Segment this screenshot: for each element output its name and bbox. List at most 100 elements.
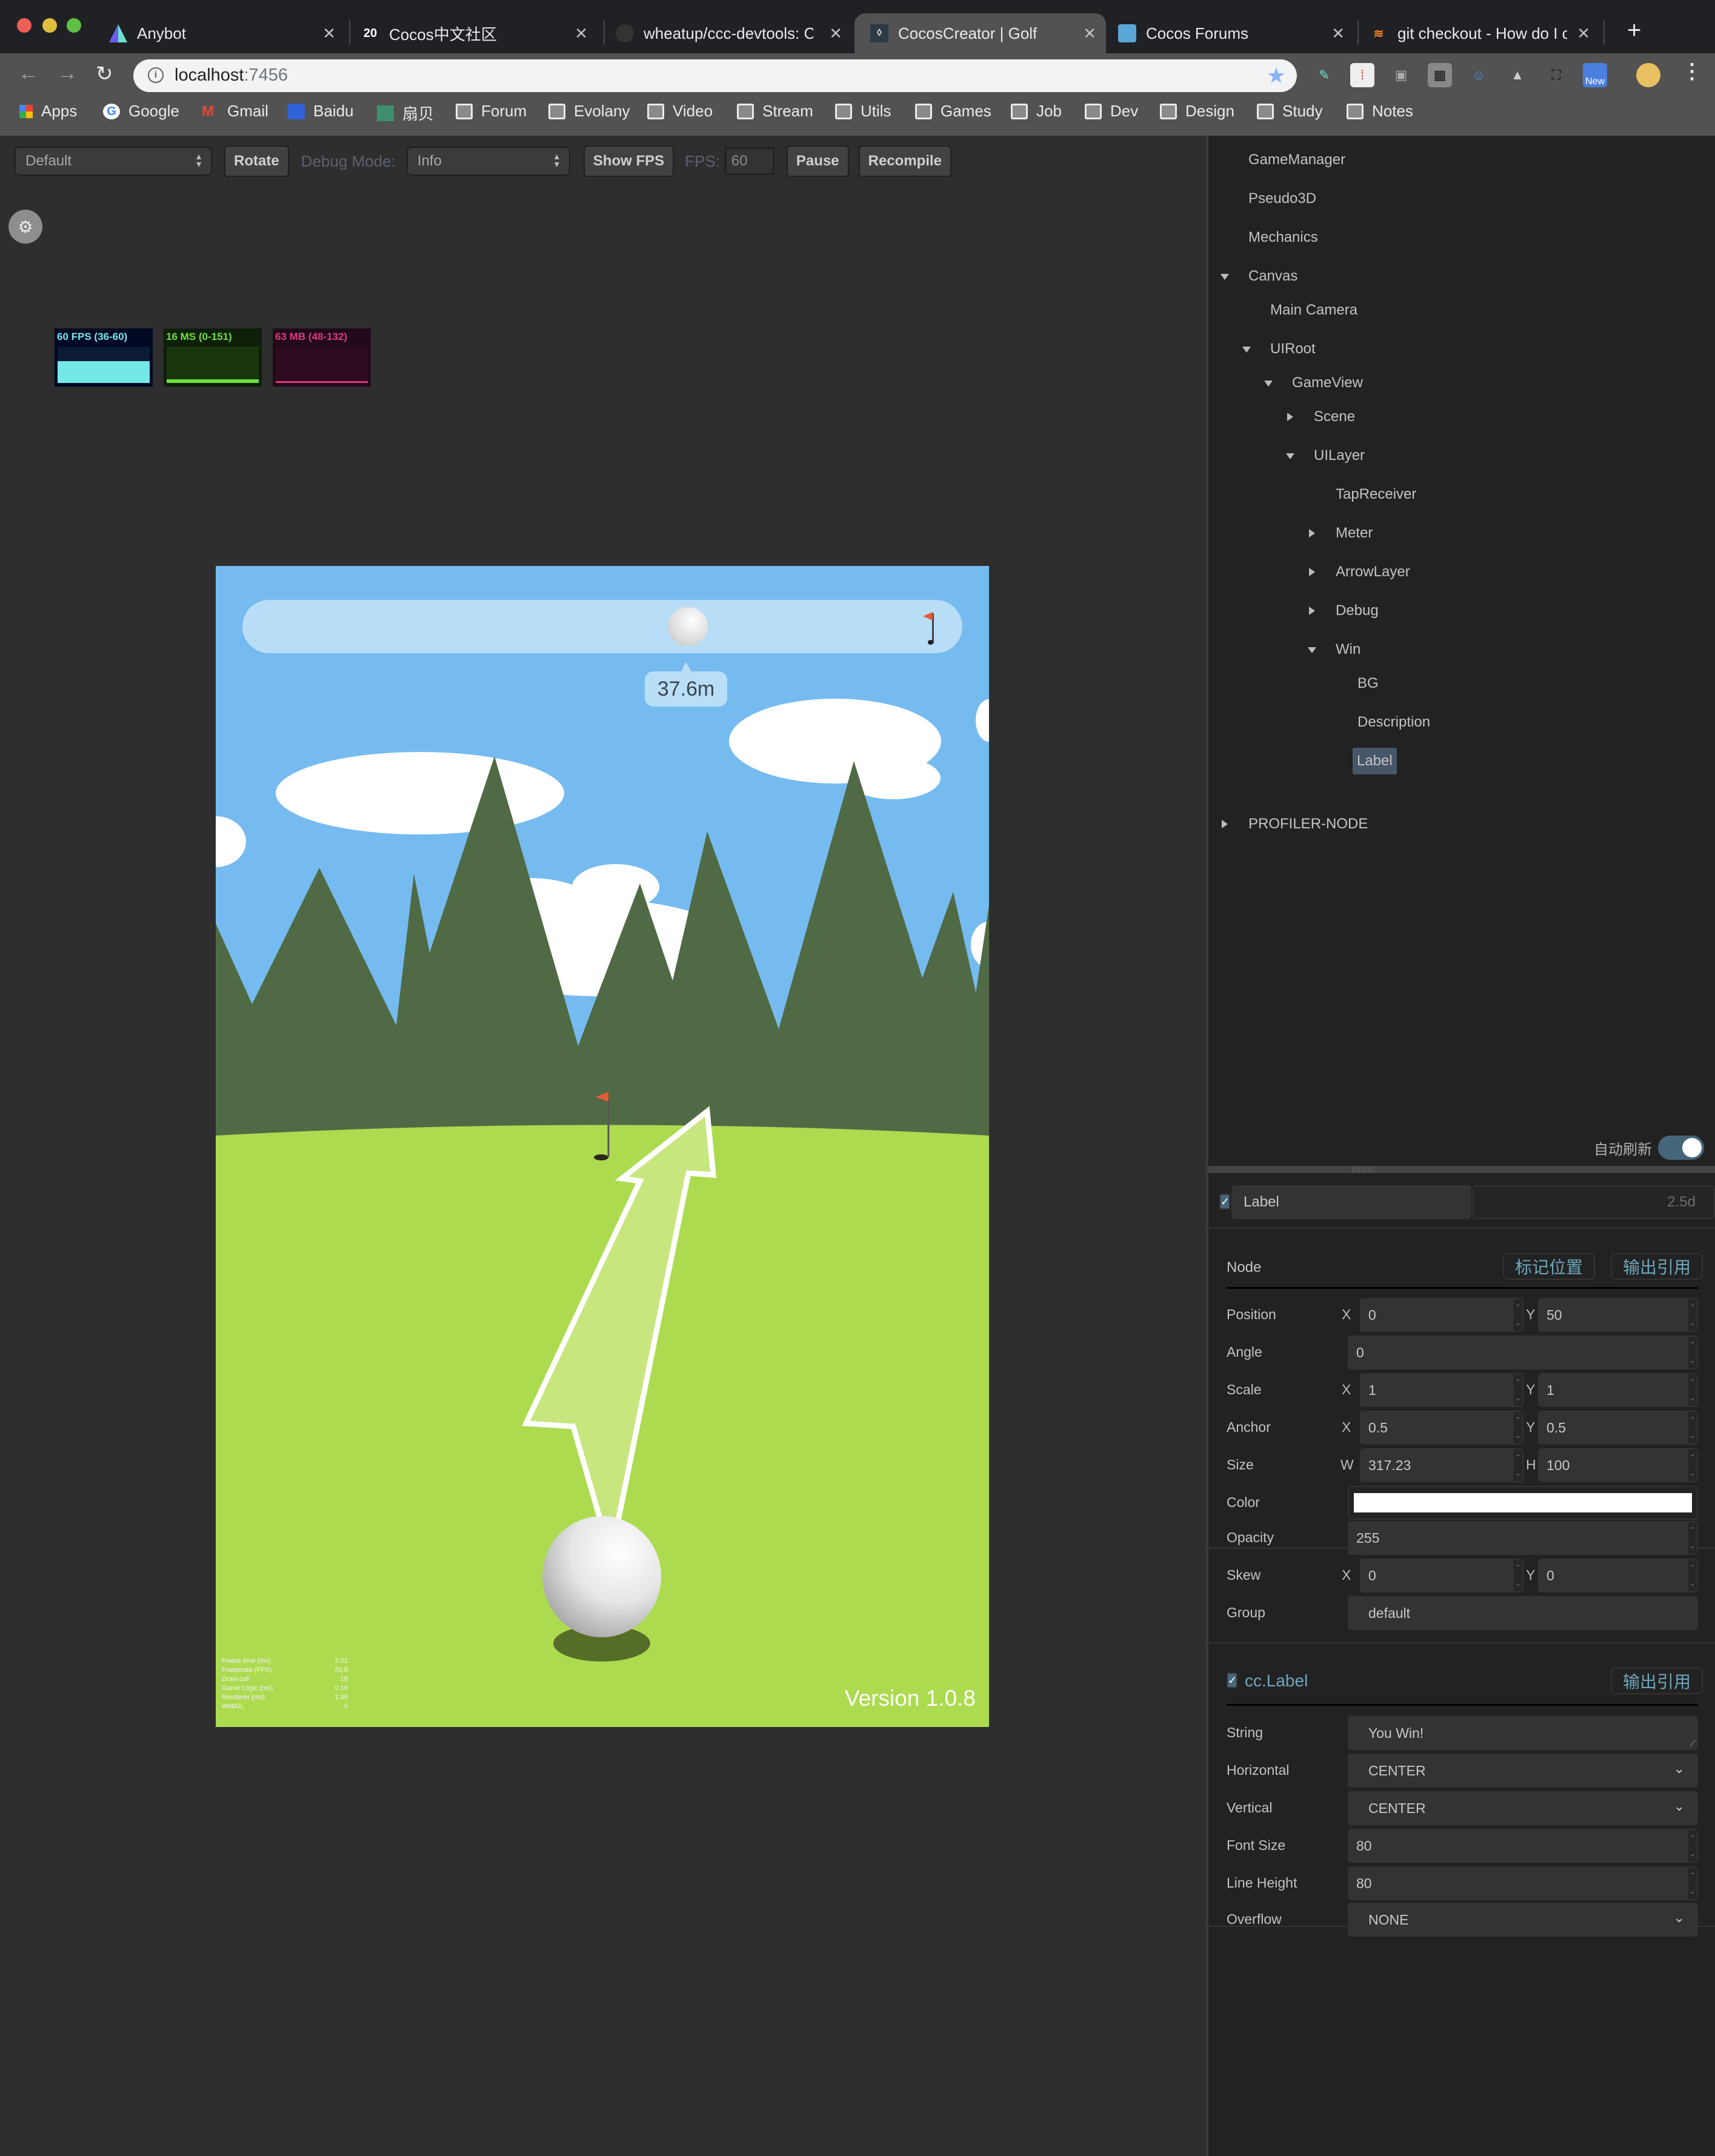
browser-menu-icon[interactable]: ⋮ (1682, 59, 1702, 84)
spinner-icon[interactable]: ⌃ ⌄ (1688, 1337, 1697, 1368)
anchor-x-input[interactable]: 0.5 ⌃ ⌄ (1360, 1411, 1524, 1445)
dice-icon[interactable]: ⁞ (1350, 63, 1374, 87)
tab-github[interactable]: wheatup/ccc-devtools: C ✕ (616, 13, 852, 53)
spinner-icon[interactable]: ⌃ ⌄ (1688, 1560, 1697, 1591)
expand-caret-right-icon[interactable] (1287, 413, 1293, 421)
bookmark-folder-utils[interactable]: Utils (835, 102, 891, 121)
bookmark-folder-forum[interactable]: Forum (456, 102, 527, 121)
bookmark-apps[interactable]: Apps (19, 102, 77, 121)
tree-node[interactable]: PROFILER-NODE (1222, 811, 1368, 837)
address-bar[interactable]: i localhost:7456 ★ (133, 59, 1297, 92)
vertical-align-select[interactable]: CENTER ⌄ (1348, 1791, 1698, 1825)
spinner-icon[interactable]: ⌃ ⌄ (1514, 1374, 1522, 1406)
group-select[interactable]: default (1348, 1596, 1698, 1630)
close-tab-icon[interactable]: ✕ (322, 24, 336, 43)
recompile-button[interactable]: Recompile (858, 145, 952, 177)
bookmark-folder-job[interactable]: Job (1011, 102, 1062, 121)
spinner-icon[interactable]: ⌃ ⌄ (1688, 1299, 1697, 1331)
tab-cocos-forums[interactable]: Cocos Forums ✕ (1118, 13, 1354, 53)
settings-gear-icon[interactable]: ⚙ (8, 210, 42, 244)
site-info-icon[interactable]: i (148, 67, 164, 83)
tree-node[interactable]: TapReceiver (1336, 481, 1416, 508)
fps-input[interactable]: 60 (724, 147, 774, 175)
angle-input[interactable]: 0 ⌃ ⌄ (1348, 1336, 1698, 1369)
fullscreen-icon[interactable]: ⛶ (1544, 63, 1568, 87)
tree-node[interactable]: Debug (1309, 597, 1379, 624)
avatar-glasses-icon[interactable]: ☺ (1467, 63, 1491, 87)
spinner-icon[interactable]: ⌃ ⌄ (1688, 1412, 1697, 1443)
tab-anybot[interactable]: Anybot ✕ (109, 13, 345, 53)
bookmark-folder-study[interactable]: Study (1257, 102, 1323, 121)
scale-x-input[interactable]: 1 ⌃ ⌄ (1360, 1373, 1524, 1407)
tree-node[interactable]: Scene (1287, 404, 1355, 430)
close-tab-icon[interactable]: ✕ (1331, 24, 1345, 43)
skew-x-input[interactable]: 0 ⌃ ⌄ (1360, 1559, 1524, 1592)
export-ref-button[interactable]: 输出引用 (1611, 1668, 1703, 1694)
forward-icon[interactable]: → (57, 62, 78, 85)
spinner-icon[interactable]: ⌃ ⌄ (1688, 1868, 1697, 1899)
bookmark-folder-games[interactable]: Games (915, 102, 991, 121)
line-height-input[interactable]: 80 ⌃ ⌄ (1348, 1866, 1698, 1900)
resize-handle-icon[interactable]: ⟋ (1690, 1738, 1696, 1749)
tab-stackoverflow[interactable]: ≋ git checkout - How do I c ✕ (1370, 13, 1600, 53)
expand-caret-down-icon[interactable] (1242, 347, 1251, 353)
scale-y-input[interactable]: 1 ⌃ ⌄ (1538, 1373, 1698, 1407)
mark-position-button[interactable]: 标记位置 (1503, 1253, 1596, 1280)
node-name-input[interactable]: Label (1231, 1185, 1471, 1219)
node-tag-input[interactable]: 2.5d (1473, 1185, 1715, 1219)
position-x-input[interactable]: 0 ⌃ ⌄ (1360, 1298, 1524, 1332)
spinner-icon[interactable]: ⌃ ⌄ (1688, 1522, 1697, 1554)
tree-node[interactable]: Mechanics (1248, 224, 1318, 251)
profile-avatar[interactable] (1636, 63, 1660, 87)
game-canvas[interactable]: 37.6m Frame time (ms) 2.01 Framerate (FPS)… (216, 566, 989, 1727)
bookmark-folder-evolany[interactable]: Evolany (548, 102, 630, 121)
tree-node[interactable]: Description (1357, 709, 1430, 736)
spinner-icon[interactable]: ⌃ ⌄ (1514, 1412, 1522, 1443)
tree-node[interactable]: BG (1357, 670, 1379, 697)
tree-node[interactable]: Pseudo3D (1248, 185, 1316, 212)
tree-node[interactable]: GameView (1264, 370, 1363, 396)
tree-node[interactable]: ArrowLayer (1309, 559, 1410, 585)
spinner-icon[interactable]: ⌃ ⌄ (1514, 1299, 1522, 1331)
expand-caret-right-icon[interactable] (1309, 568, 1315, 576)
bookmark-folder-stream[interactable]: Stream (737, 102, 813, 121)
size-w-input[interactable]: 317.23 ⌃ ⌄ (1360, 1448, 1524, 1482)
rotate-button[interactable]: Rotate (224, 145, 289, 177)
tree-node[interactable]: UILayer (1286, 442, 1365, 469)
tree-node[interactable]: UIRoot (1242, 336, 1316, 362)
tree-node[interactable]: Win (1308, 636, 1360, 663)
size-h-input[interactable]: 100 ⌃ ⌄ (1538, 1448, 1698, 1482)
spinner-icon[interactable]: ⌃ ⌄ (1688, 1374, 1697, 1406)
tv-icon[interactable]: ▣ (1389, 63, 1413, 87)
tree-node[interactable]: Canvas (1220, 263, 1297, 290)
spinner-icon[interactable]: ⌃ ⌄ (1514, 1560, 1522, 1591)
expand-caret-right-icon[interactable] (1222, 820, 1228, 828)
expand-caret-down-icon[interactable] (1308, 647, 1316, 653)
spinner-icon[interactable]: ⌃ ⌄ (1688, 1449, 1697, 1481)
qr-code-icon[interactable]: ▦ (1428, 63, 1452, 87)
tree-node[interactable]: Meter (1309, 520, 1373, 547)
position-y-input[interactable]: 50 ⌃ ⌄ (1538, 1298, 1698, 1332)
bookmark-folder-dev[interactable]: Dev (1085, 102, 1138, 121)
skew-y-input[interactable]: 0 ⌃ ⌄ (1538, 1559, 1698, 1592)
bookmark-gmail[interactable]: M Gmail (202, 102, 268, 121)
bookmark-shanbay[interactable]: 扇贝 (377, 102, 434, 124)
device-select[interactable]: Default ▴ ▾ (15, 147, 212, 176)
auto-refresh-toggle[interactable] (1658, 1136, 1704, 1160)
close-window-button[interactable] (17, 18, 32, 33)
node-active-checkbox[interactable]: ✓ (1219, 1194, 1230, 1209)
pause-button[interactable]: Pause (786, 145, 849, 177)
color-picker[interactable] (1348, 1486, 1698, 1520)
close-tab-icon[interactable]: ✕ (829, 24, 842, 43)
expand-caret-down-icon[interactable] (1220, 274, 1229, 280)
bookmark-folder-notes[interactable]: Notes (1347, 102, 1413, 121)
expand-caret-down-icon[interactable] (1286, 453, 1294, 459)
reload-icon[interactable]: ↻ (96, 62, 113, 86)
tree-node[interactable]: GameManager (1248, 147, 1345, 173)
bookmark-baidu[interactable]: Baidu (288, 102, 354, 121)
bookmark-folder-video[interactable]: Video (647, 102, 713, 121)
spinner-icon[interactable]: ⌃ ⌄ (1688, 1830, 1697, 1862)
back-icon[interactable]: ← (18, 62, 39, 85)
expand-caret-right-icon[interactable] (1309, 529, 1315, 537)
tab-cocos-community[interactable]: 20 Cocos中文社区 ✕ (361, 13, 598, 53)
